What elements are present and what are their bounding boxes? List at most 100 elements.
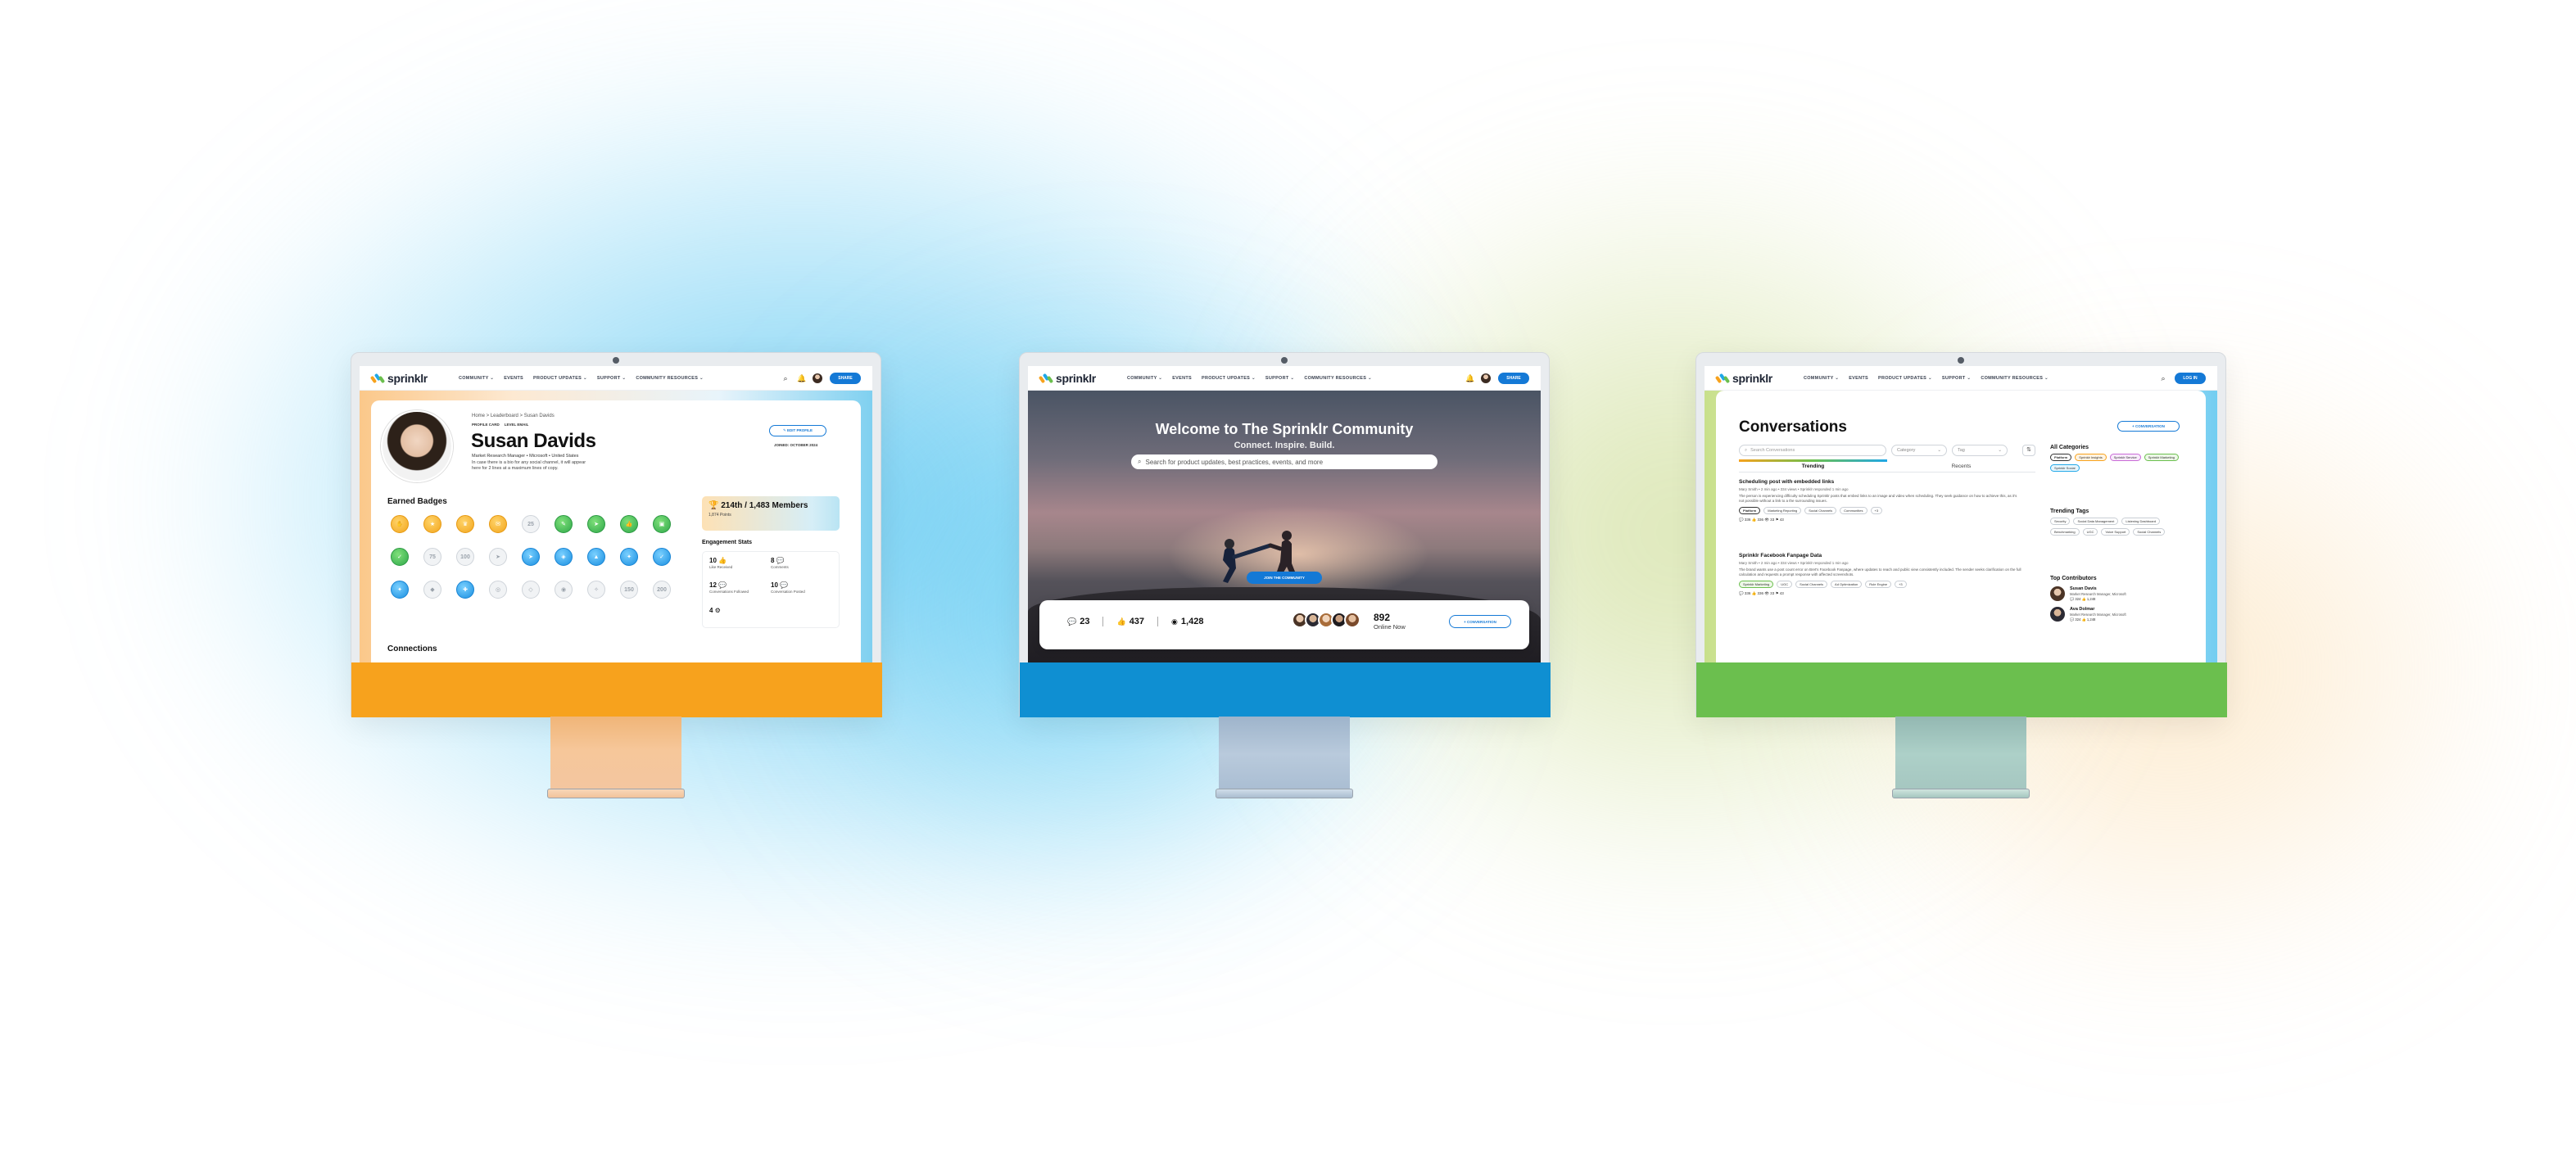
share-button[interactable]: SHARE bbox=[830, 372, 861, 384]
filter-icon[interactable]: ⇅ bbox=[2022, 445, 2035, 456]
nav-product-updates[interactable]: PRODUCT UPDATES ⌄ bbox=[1878, 376, 1932, 381]
badge-icon[interactable]: ★ bbox=[423, 515, 441, 533]
user-avatar[interactable] bbox=[1481, 373, 1491, 383]
bell-icon[interactable]: 🔔 bbox=[797, 374, 806, 382]
nav-events[interactable]: EVENTS bbox=[1849, 376, 1868, 381]
badge-200-icon[interactable]: 200 bbox=[653, 581, 671, 599]
nav-product-updates[interactable]: PRODUCT UPDATES ⌄ bbox=[533, 376, 587, 381]
tag-chip[interactable]: UGC bbox=[2082, 528, 2098, 536]
badge-icon[interactable]: ♛ bbox=[456, 515, 474, 533]
badge-100-icon[interactable]: 100 bbox=[456, 548, 474, 566]
search-icon[interactable]: ⌕ bbox=[781, 374, 790, 382]
nav-community[interactable]: COMMUNITY ⌄ bbox=[1127, 376, 1162, 381]
nav-links: COMMUNITY ⌄ EVENTS PRODUCT UPDATES ⌄ SUP… bbox=[459, 376, 704, 381]
sprinklr-logo[interactable]: sprinklr bbox=[369, 372, 428, 385]
badge-icon[interactable]: ✋ bbox=[391, 515, 409, 533]
tag-chip[interactable]: Social Channels bbox=[1804, 507, 1837, 514]
badge-icon[interactable]: ✉ bbox=[489, 515, 507, 533]
badge-icon[interactable]: ▲ bbox=[587, 548, 605, 566]
badge-icon[interactable]: ✓ bbox=[653, 548, 671, 566]
tag-chip[interactable]: Platform bbox=[1739, 507, 1761, 514]
tab-trending[interactable]: Trending bbox=[1739, 459, 1887, 472]
tag-chip[interactable]: Ad Optimization bbox=[1831, 581, 1863, 588]
online-label: Online Now bbox=[1374, 623, 1406, 631]
new-conversation-button[interactable]: + CONVERSATION bbox=[2117, 421, 2180, 432]
conversation-item[interactable]: Sprinklr Facebook Fanpage Data Mary Smit… bbox=[1739, 553, 2035, 596]
search-icon[interactable]: ⌕ bbox=[2159, 374, 2167, 382]
sprinklr-logo[interactable]: sprinklr bbox=[1038, 372, 1096, 385]
nav-community-resources[interactable]: COMMUNITY RESOURCES ⌄ bbox=[1981, 376, 2049, 381]
contributor-item[interactable]: Ava Dolmar Market Research Manager, Micr… bbox=[2050, 607, 2189, 622]
tag-chip[interactable]: Benchmarking bbox=[2050, 528, 2080, 536]
conversation-item[interactable]: Scheduling post with embedded links Mary… bbox=[1739, 479, 2035, 522]
badge-icon[interactable]: ✦ bbox=[620, 548, 638, 566]
search-input[interactable]: ⌕ Search for product updates, best pract… bbox=[1131, 454, 1437, 469]
category-select[interactable]: Category ⌄ bbox=[1891, 445, 1947, 456]
badge-icon[interactable]: ◆ bbox=[423, 581, 441, 599]
nav-community[interactable]: COMMUNITY ⌄ bbox=[1804, 376, 1839, 381]
tag-chip[interactable]: Listening Dashboard bbox=[2121, 518, 2161, 525]
nav-events[interactable]: EVENTS bbox=[504, 376, 523, 381]
badge-icon[interactable]: ◉ bbox=[555, 581, 573, 599]
badge-icon[interactable]: ✧ bbox=[587, 581, 605, 599]
badge-icon[interactable]: ✚ bbox=[456, 581, 474, 599]
new-conversation-button[interactable]: + CONVERSATION bbox=[1449, 615, 1511, 628]
breadcrumb[interactable]: Home > Leaderboard > Susan Davids bbox=[472, 414, 555, 418]
nav-support[interactable]: SUPPORT ⌄ bbox=[597, 376, 626, 381]
badge-25-icon[interactable]: 25 bbox=[522, 515, 540, 533]
more-tags-chip[interactable]: +3 bbox=[1895, 581, 1907, 588]
user-avatar[interactable] bbox=[813, 373, 822, 383]
tag-chip[interactable]: Security bbox=[2050, 518, 2071, 525]
badge-icon[interactable]: 👍 bbox=[620, 515, 638, 533]
nav-support[interactable]: SUPPORT ⌄ bbox=[1265, 376, 1294, 381]
tab-recents[interactable]: Recents bbox=[1887, 459, 2035, 472]
nav-community-resources[interactable]: COMMUNITY RESOURCES ⌄ bbox=[636, 376, 704, 381]
badge-150-icon[interactable]: 150 bbox=[620, 581, 638, 599]
edit-profile-button[interactable]: ✎ EDIT PROFILE bbox=[769, 425, 826, 436]
contributor-stats: 💬 324 👍 1,248 bbox=[2070, 597, 2096, 601]
badge-icon[interactable]: ✓ bbox=[391, 548, 409, 566]
post-title[interactable]: Scheduling post with embedded links bbox=[1739, 479, 2035, 485]
monitor-frame: sprinklr COMMUNITY ⌄ EVENTS PRODUCT UPDA… bbox=[351, 352, 882, 717]
post-title[interactable]: Sprinklr Facebook Fanpage Data bbox=[1739, 553, 2035, 558]
tag-chip[interactable]: Sprinklr Marketing bbox=[1739, 581, 1774, 588]
tag-chip[interactable]: Communities bbox=[1840, 507, 1867, 514]
join-community-button[interactable]: JOIN THE COMMUNITY bbox=[1247, 572, 1322, 584]
nav-events[interactable]: EVENTS bbox=[1172, 376, 1192, 381]
badge-icon[interactable]: ◈ bbox=[555, 548, 573, 566]
tag-chip[interactable]: Voice Support bbox=[2101, 528, 2130, 536]
sprinklr-logo[interactable]: sprinklr bbox=[1714, 372, 1772, 385]
badge-icon[interactable]: ◎ bbox=[489, 581, 507, 599]
badge-icon[interactable]: ✦ bbox=[391, 581, 409, 599]
more-tags-chip[interactable]: +3 bbox=[1870, 507, 1883, 514]
bell-icon[interactable]: 🔔 bbox=[1465, 374, 1474, 382]
badge-75-icon[interactable]: 75 bbox=[423, 548, 441, 566]
tag-chip[interactable]: Social Data Management bbox=[2073, 518, 2119, 525]
category-chip[interactable]: Platform bbox=[2050, 454, 2072, 461]
badge-icon[interactable]: ➤ bbox=[522, 548, 540, 566]
category-chip[interactable]: Sprinklr Marketing bbox=[2144, 454, 2179, 461]
nav-support[interactable]: SUPPORT ⌄ bbox=[1942, 376, 1971, 381]
contributor-item[interactable]: Susan Davis Market Research Manager, Mic… bbox=[2050, 586, 2189, 602]
category-chip[interactable]: Sprinklr Service bbox=[2109, 454, 2141, 461]
badge-icon[interactable]: ➤ bbox=[489, 548, 507, 566]
nav-product-updates[interactable]: PRODUCT UPDATES ⌄ bbox=[1202, 376, 1256, 381]
badge-icon[interactable]: ➤ bbox=[587, 515, 605, 533]
tag-chip[interactable]: Social Channels bbox=[1795, 581, 1828, 588]
tag-chip[interactable]: Marketing Reporting bbox=[1763, 507, 1802, 514]
badge-icon[interactable]: ▣ bbox=[653, 515, 671, 533]
category-chip[interactable]: Sprinklr Social bbox=[2050, 464, 2080, 472]
tag-chip[interactable]: Social Channels bbox=[2133, 528, 2166, 536]
share-button[interactable]: SHARE bbox=[1498, 372, 1529, 384]
search-input[interactable]: ⌕ Search Conversations bbox=[1739, 445, 1886, 456]
nav-community-resources[interactable]: COMMUNITY RESOURCES ⌄ bbox=[1304, 376, 1372, 381]
category-chip[interactable]: Sprinklr Insights bbox=[2075, 454, 2107, 461]
tag-chip[interactable]: UGC bbox=[1777, 581, 1793, 588]
tag-chip[interactable]: Rule Engine bbox=[1865, 581, 1892, 588]
tag-select[interactable]: Tag ⌄ bbox=[1952, 445, 2008, 456]
badge-icon[interactable]: ◇ bbox=[522, 581, 540, 599]
chevron-down-icon: ⌄ bbox=[1998, 448, 2002, 453]
badge-icon[interactable]: ✎ bbox=[555, 515, 573, 533]
log-in-button[interactable]: LOG IN bbox=[2175, 372, 2206, 384]
nav-community[interactable]: COMMUNITY ⌄ bbox=[459, 376, 494, 381]
